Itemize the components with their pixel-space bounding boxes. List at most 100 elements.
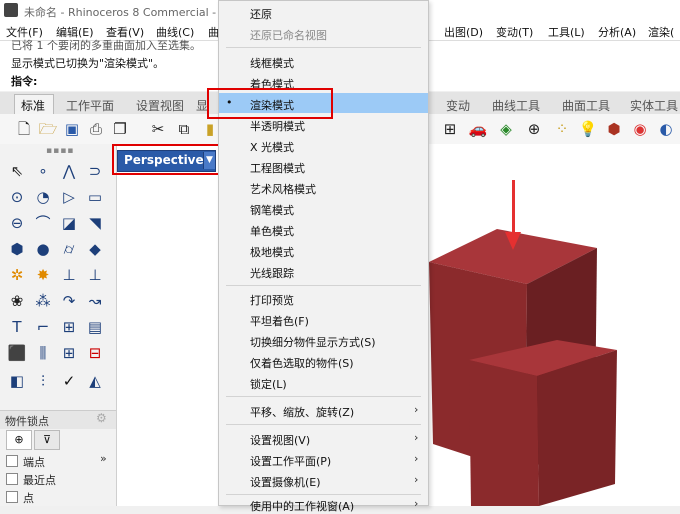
trim-icon[interactable]: ⊥ bbox=[58, 264, 80, 286]
explode-icon[interactable]: ✸ bbox=[32, 264, 54, 286]
text-icon[interactable]: T bbox=[6, 316, 28, 338]
menu-item-print-preview[interactable]: 打印预览 bbox=[250, 292, 294, 308]
split-icon[interactable]: ⊥ bbox=[84, 264, 106, 286]
print-icon[interactable]: ⎙ bbox=[86, 119, 106, 139]
texture-map-icon[interactable]: ◈ bbox=[496, 119, 516, 139]
rotate-icon[interactable]: ↷ bbox=[58, 290, 80, 312]
menu-render[interactable]: 渲染( bbox=[648, 24, 674, 40]
cylinder-icon[interactable]: ⌭ bbox=[58, 238, 80, 260]
osnap-tab-filter-icon[interactable]: ⊽ bbox=[34, 430, 60, 450]
open-folder-icon[interactable]: 🗁 bbox=[38, 119, 58, 139]
osnap-tab-target-icon[interactable]: ⊕ bbox=[6, 430, 32, 450]
circle-icon[interactable]: ⊙ bbox=[6, 186, 28, 208]
tab-transform[interactable]: 变动 bbox=[446, 97, 470, 114]
tab-standard[interactable]: 标准 bbox=[21, 97, 45, 114]
menu-item-arctic[interactable]: 极地模式 bbox=[250, 244, 294, 260]
gear-icon[interactable]: ⚙ bbox=[96, 411, 107, 425]
menu-item-technical[interactable]: 工程图模式 bbox=[250, 160, 305, 176]
panel-grip[interactable]: ▪▪▪▪ bbox=[46, 146, 74, 156]
checkbox[interactable] bbox=[6, 455, 18, 467]
check-icon[interactable]: ✓ bbox=[58, 370, 80, 392]
arc-icon[interactable]: ◔ bbox=[32, 186, 54, 208]
menu-separator bbox=[226, 396, 421, 397]
group-icon[interactable]: ❀ bbox=[6, 290, 28, 312]
menu-item-set-camera[interactable]: 设置摄像机(E) bbox=[250, 474, 321, 490]
grid-icon[interactable]: ⊞ bbox=[440, 119, 460, 139]
dimension-icon[interactable]: ⌐ bbox=[32, 316, 54, 338]
menu-item-pan-zoom-rotate[interactable]: 平移、缩放、旋转(Z) bbox=[250, 404, 354, 420]
loft-icon[interactable]: ◥ bbox=[84, 212, 106, 234]
save-icon[interactable]: ▣ bbox=[62, 119, 82, 139]
target-icon[interactable]: ⊕ bbox=[524, 119, 544, 139]
light-bulb-icon[interactable]: 💡 bbox=[578, 119, 598, 139]
tab-solid-tools[interactable]: 实体工具 bbox=[630, 97, 678, 114]
point-icon[interactable]: ∘ bbox=[32, 160, 54, 182]
surface-patch-icon[interactable]: ◪ bbox=[58, 212, 80, 234]
command-prompt[interactable]: 指令: bbox=[11, 73, 37, 89]
expand-icon[interactable]: » bbox=[100, 452, 107, 465]
menu-item-shade-selected[interactable]: 仅着色选取的物件(S) bbox=[250, 355, 354, 371]
select-arrow-icon[interactable]: ⇖ bbox=[6, 160, 28, 182]
properties-icon[interactable]: ▤ bbox=[84, 316, 106, 338]
menu-item-subd-display[interactable]: 切换细分物件显示方式(S) bbox=[250, 334, 376, 350]
annotation-arrow bbox=[512, 180, 515, 236]
new-file-icon[interactable]: 🗋 bbox=[14, 119, 34, 139]
menu-print[interactable]: 出图(D) bbox=[444, 24, 483, 40]
fillet-icon[interactable]: ⌒ bbox=[32, 212, 54, 234]
polygon-icon[interactable]: ▷ bbox=[58, 186, 80, 208]
box-icon[interactable]: ⬢ bbox=[6, 238, 28, 260]
menu-item-set-cplane[interactable]: 设置工作平面(P) bbox=[250, 453, 331, 469]
menu-item-wireframe[interactable]: 线框模式 bbox=[250, 55, 294, 71]
menu-analyze[interactable]: 分析(A) bbox=[598, 24, 636, 40]
array-icon[interactable]: ⫼ bbox=[32, 342, 54, 364]
menu-item-undo-view[interactable]: 还原 bbox=[250, 6, 272, 22]
points-on-icon[interactable]: ⁂ bbox=[32, 290, 54, 312]
mesh-icon[interactable]: ⫶ bbox=[32, 370, 54, 392]
menu-item-raytraced[interactable]: 光线跟踪 bbox=[250, 265, 294, 281]
menu-item-ghosted[interactable]: 半透明模式 bbox=[250, 118, 305, 134]
gear-transform-icon[interactable]: ✲ bbox=[6, 264, 28, 286]
tab-curve-tools[interactable]: 曲线工具 bbox=[492, 97, 540, 114]
menu-item-monochrome[interactable]: 单色模式 bbox=[250, 223, 294, 239]
tab-cplanes[interactable]: 工作平面 bbox=[66, 97, 114, 114]
menu-item-artistic[interactable]: 艺术风格模式 bbox=[250, 181, 316, 197]
render-material-icon[interactable]: ⬢ bbox=[604, 119, 624, 139]
checkbox[interactable] bbox=[6, 473, 18, 485]
plane-icon[interactable]: ◆ bbox=[84, 238, 106, 260]
block-icon[interactable]: ⊞ bbox=[58, 316, 80, 338]
car-icon[interactable]: 🚗 bbox=[468, 119, 488, 139]
history-icon[interactable]: ◧ bbox=[6, 370, 28, 392]
menu-item-lock[interactable]: 锁定(L) bbox=[250, 376, 287, 392]
menu-item-flat-shade[interactable]: 平坦着色(F) bbox=[250, 313, 309, 329]
analyze-icon[interactable]: ⊟ bbox=[84, 342, 106, 364]
curve-icon[interactable]: ⊃ bbox=[84, 160, 106, 182]
menu-item-active-viewport[interactable]: 使用中的工作视窗(A) bbox=[250, 498, 354, 514]
bend-icon[interactable]: ↝ bbox=[84, 290, 106, 312]
grid-array-icon[interactable]: ⊞ bbox=[58, 342, 80, 364]
select-points-icon[interactable]: ⁘ bbox=[552, 119, 572, 139]
menu-item-xray[interactable]: X 光模式 bbox=[250, 139, 294, 155]
checkbox[interactable] bbox=[6, 491, 18, 503]
osnap-option[interactable]: 最近点 bbox=[6, 472, 56, 488]
sphere-icon[interactable]: ● bbox=[32, 238, 54, 260]
ellipse-icon[interactable]: ⊖ bbox=[6, 212, 28, 234]
cut-icon[interactable]: ✂ bbox=[148, 119, 168, 139]
solid-box-icon[interactable]: ⬛ bbox=[6, 342, 28, 364]
more-tools-icon[interactable]: ◐ bbox=[656, 119, 676, 139]
copy-icon[interactable]: ⧉ bbox=[174, 119, 194, 139]
paste-icon[interactable]: ▮ bbox=[200, 119, 220, 139]
polyline-icon[interactable]: ⋀ bbox=[58, 160, 80, 182]
menu-item-pen[interactable]: 钢笔模式 bbox=[250, 202, 294, 218]
tab-set-view[interactable]: 设置视图 bbox=[136, 97, 184, 114]
color-wheel-icon[interactable]: ◉ bbox=[630, 119, 650, 139]
import-icon[interactable]: ❐ bbox=[110, 119, 130, 139]
menu-tools[interactable]: 工具(L) bbox=[548, 24, 585, 40]
osnap-option[interactable]: 点 bbox=[6, 490, 34, 506]
shape-icon[interactable]: ◭ bbox=[84, 370, 106, 392]
menu-transform[interactable]: 变动(T) bbox=[496, 24, 533, 40]
menu-item-set-view[interactable]: 设置视图(V) bbox=[250, 432, 310, 448]
tab-surface-tools[interactable]: 曲面工具 bbox=[562, 97, 610, 114]
small-cube-right-face bbox=[537, 350, 617, 506]
osnap-option[interactable]: 端点 bbox=[6, 454, 45, 470]
rectangle-icon[interactable]: ▭ bbox=[84, 186, 106, 208]
